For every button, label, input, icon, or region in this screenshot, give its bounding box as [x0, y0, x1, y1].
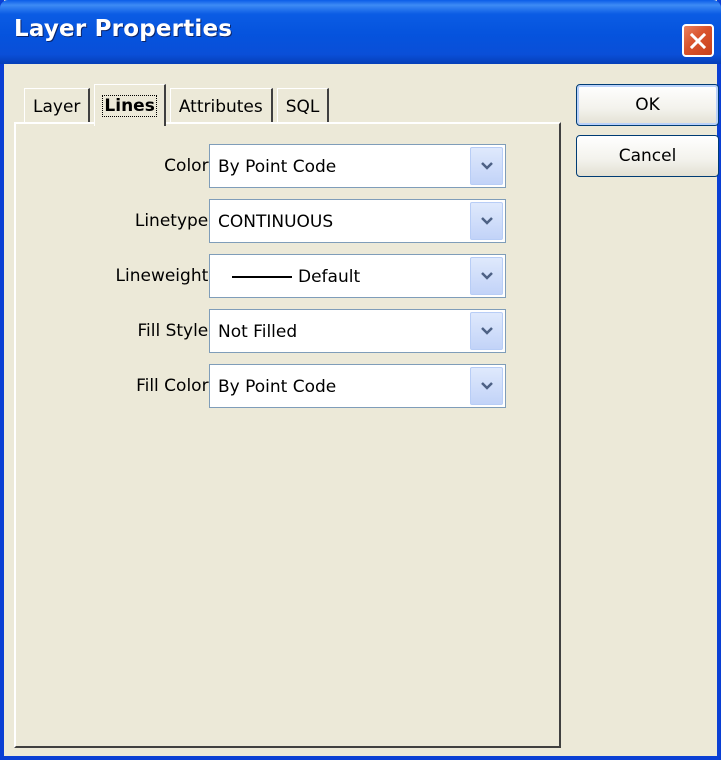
color-row: Color: By Point Code: [16, 144, 536, 188]
fill-style-row: Fill Style: Not Filled: [16, 309, 536, 353]
tab-layer[interactable]: Layer: [24, 88, 91, 124]
tab-label: Lines: [102, 94, 157, 117]
chevron-down-icon: [480, 272, 493, 280]
fill-style-value: Not Filled: [218, 322, 298, 342]
lineweight-sample-line: [232, 276, 292, 278]
chevron-down-icon: [480, 327, 493, 335]
window-title: Layer Properties: [14, 16, 233, 42]
dropdown-button[interactable]: [470, 147, 503, 185]
tab-sql[interactable]: SQL: [276, 88, 330, 124]
ok-button[interactable]: OK: [576, 84, 719, 126]
fill-color-value: By Point Code: [218, 377, 337, 397]
tab-label: Layer: [33, 96, 81, 117]
tab-lines[interactable]: Lines: [94, 84, 166, 126]
tab-strip: Layer Lines Attributes SQL: [24, 84, 333, 126]
lineweight-row: Lineweight: Default: [16, 254, 536, 298]
color-label: Color:: [164, 156, 214, 176]
title-bar[interactable]: Layer Properties: [0, 0, 721, 64]
fill-color-dropdown[interactable]: By Point Code: [209, 364, 506, 408]
fill-color-label: Fill Color:: [136, 376, 214, 396]
dropdown-button[interactable]: [470, 257, 503, 295]
fill-color-row: Fill Color: By Point Code: [16, 364, 536, 408]
linetype-dropdown[interactable]: CONTINUOUS: [209, 199, 506, 243]
tab-label: Attributes: [178, 96, 263, 117]
dropdown-button[interactable]: [470, 202, 503, 240]
color-value: By Point Code: [218, 157, 337, 177]
dropdown-button[interactable]: [470, 367, 503, 405]
fill-style-dropdown[interactable]: Not Filled: [209, 309, 506, 353]
lineweight-value: Default: [298, 267, 361, 287]
tab-attributes[interactable]: Attributes: [169, 88, 273, 124]
linetype-label: Linetype:: [134, 211, 214, 231]
chevron-down-icon: [480, 162, 493, 170]
dropdown-button[interactable]: [470, 312, 503, 350]
tab-label: SQL: [285, 96, 320, 117]
linetype-row: Linetype: CONTINUOUS: [16, 199, 536, 243]
close-icon: [689, 32, 707, 49]
fill-style-label: Fill Style:: [137, 321, 214, 341]
dialog-window: Layer Properties Layer Lines Attributes …: [0, 0, 721, 760]
lines-tab-panel: Color: By Point Code Linetype: CONTINUOU…: [14, 122, 561, 748]
linetype-value: CONTINUOUS: [218, 212, 334, 232]
lineweight-dropdown[interactable]: Default: [209, 254, 506, 298]
color-dropdown[interactable]: By Point Code: [209, 144, 506, 188]
cancel-button[interactable]: Cancel: [576, 135, 719, 177]
lineweight-label: Lineweight:: [115, 266, 214, 286]
chevron-down-icon: [480, 217, 493, 225]
chevron-down-icon: [480, 382, 493, 390]
close-button[interactable]: [682, 24, 714, 57]
